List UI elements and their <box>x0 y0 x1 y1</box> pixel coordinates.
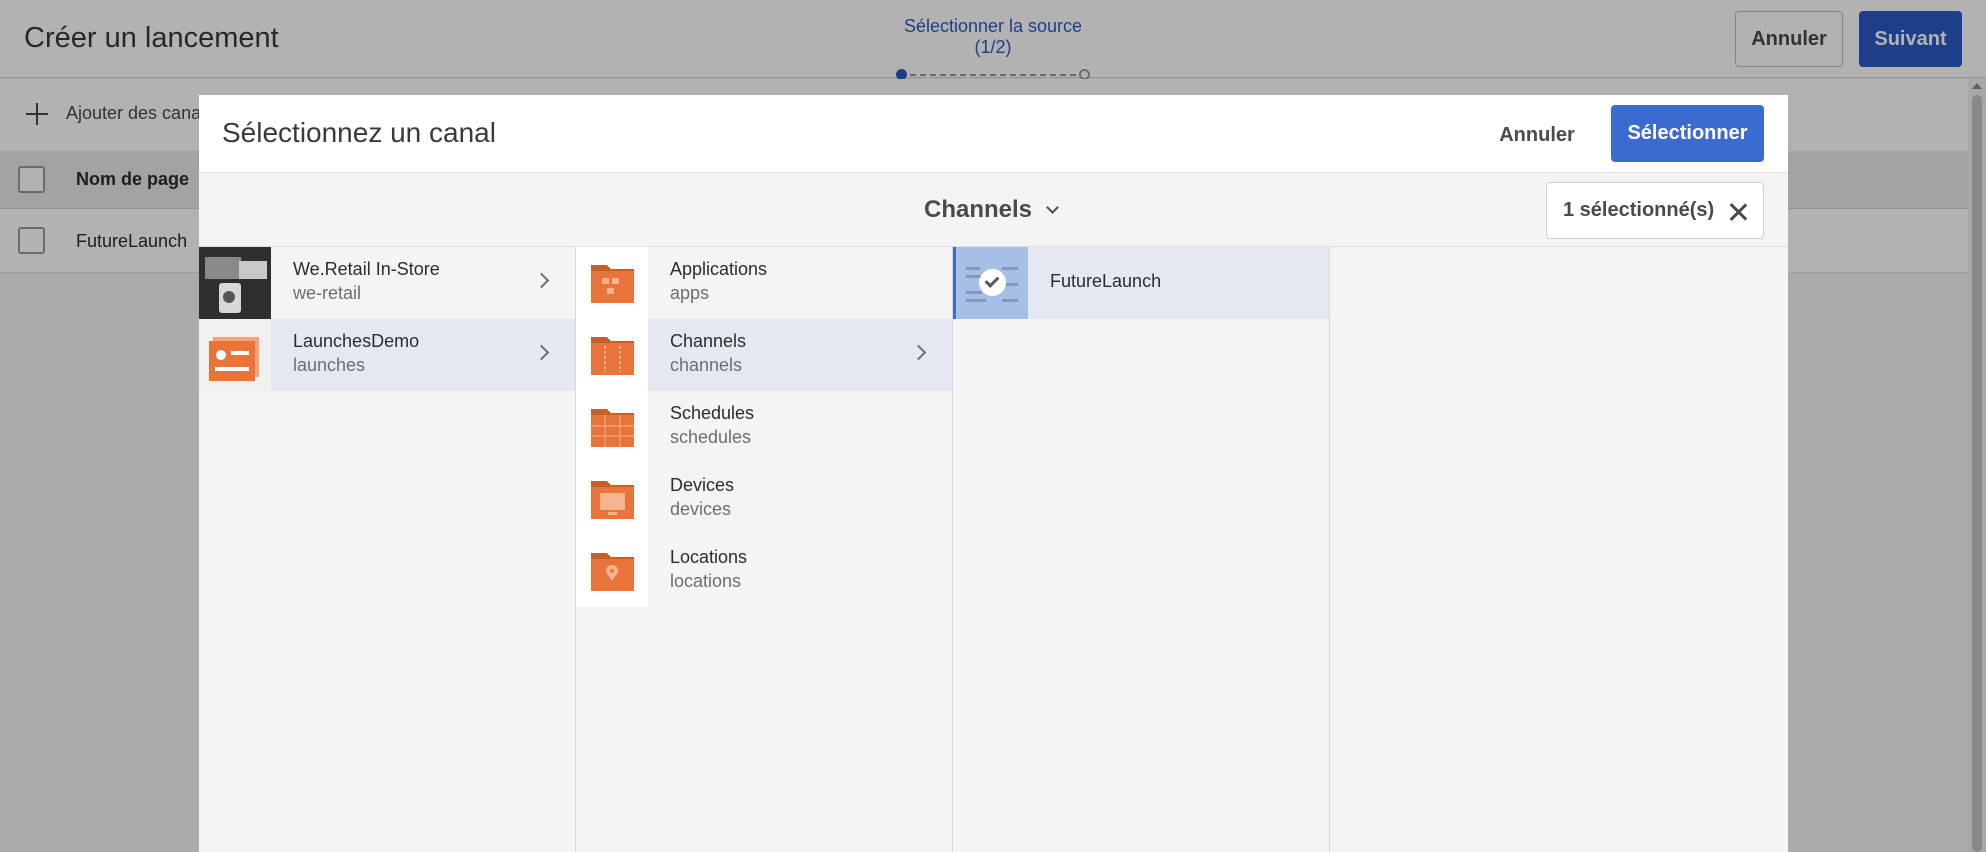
item-title: Channels <box>670 331 747 351</box>
folder-channels-icon <box>576 319 648 391</box>
dialog-cancel-button[interactable]: Annuler <box>1484 107 1590 163</box>
close-icon[interactable] <box>1727 201 1749 223</box>
item-subtitle: apps <box>670 283 710 303</box>
breadcrumb-label: Channels <box>924 196 1033 223</box>
selection-count: 1 sélectionné(s) <box>1546 182 1764 239</box>
item-subtitle: channels <box>670 355 743 375</box>
dialog-select-button[interactable]: Sélectionner <box>1611 105 1764 162</box>
column-browser-level-2: Applications apps Channels channels Sche… <box>576 247 953 852</box>
list-item[interactable]: Channels channels <box>576 319 952 391</box>
item-title: LaunchesDemo <box>293 331 420 351</box>
item-title: Schedules <box>670 403 755 423</box>
dialog-title: Sélectionnez un canal <box>222 117 496 148</box>
list-item[interactable]: Devices devices <box>576 463 952 535</box>
column-browser-level-1: We.Retail In-Store we-retail LaunchesDem… <box>199 247 576 852</box>
list-item[interactable]: Applications apps <box>576 247 952 319</box>
chevron-down-icon <box>1046 200 1059 214</box>
folder-locations-icon <box>576 535 648 607</box>
item-subtitle: we-retail <box>293 283 362 303</box>
chevron-right-icon[interactable] <box>533 344 550 361</box>
selection-count-label: 1 sélectionné(s) <box>1563 199 1715 221</box>
item-title: Locations <box>670 547 748 567</box>
list-item[interactable]: We.Retail In-Store we-retail <box>199 247 575 319</box>
check-mark <box>984 273 1000 288</box>
list-item[interactable]: Locations locations <box>576 535 952 607</box>
column-browser-level-3: FutureLaunch <box>953 247 1330 852</box>
list-item[interactable]: FutureLaunch <box>953 247 1329 319</box>
list-item[interactable]: LaunchesDemo launches <box>199 319 575 391</box>
item-subtitle: schedules <box>670 427 752 447</box>
item-title: Applications <box>670 259 768 279</box>
chevron-right-icon[interactable] <box>533 272 550 289</box>
item-title: We.Retail In-Store <box>293 259 440 279</box>
chevron-right-icon[interactable] <box>910 344 927 361</box>
dialog-header: Sélectionnez un canal Annuler Sélectionn… <box>199 95 1788 173</box>
site-thumbnail <box>199 319 271 391</box>
folder-devices-icon <box>576 463 648 535</box>
item-subtitle: locations <box>670 571 742 591</box>
item-subtitle: devices <box>670 499 732 519</box>
item-subtitle: launches <box>293 355 366 375</box>
photo-thumbnail <box>199 247 271 319</box>
list-item[interactable]: Schedules schedules <box>576 391 952 463</box>
check-icon[interactable] <box>979 269 1006 296</box>
item-title: FutureLaunch <box>1050 271 1162 291</box>
item-title: Devices <box>670 475 735 495</box>
channel-thumbnail <box>956 247 1028 319</box>
folder-schedules-icon <box>576 391 648 463</box>
select-channel-dialog: Sélectionnez un canal Annuler Sélectionn… <box>199 95 1788 852</box>
breadcrumb[interactable]: Channels <box>924 195 1059 225</box>
folder-apps-icon <box>576 247 648 319</box>
